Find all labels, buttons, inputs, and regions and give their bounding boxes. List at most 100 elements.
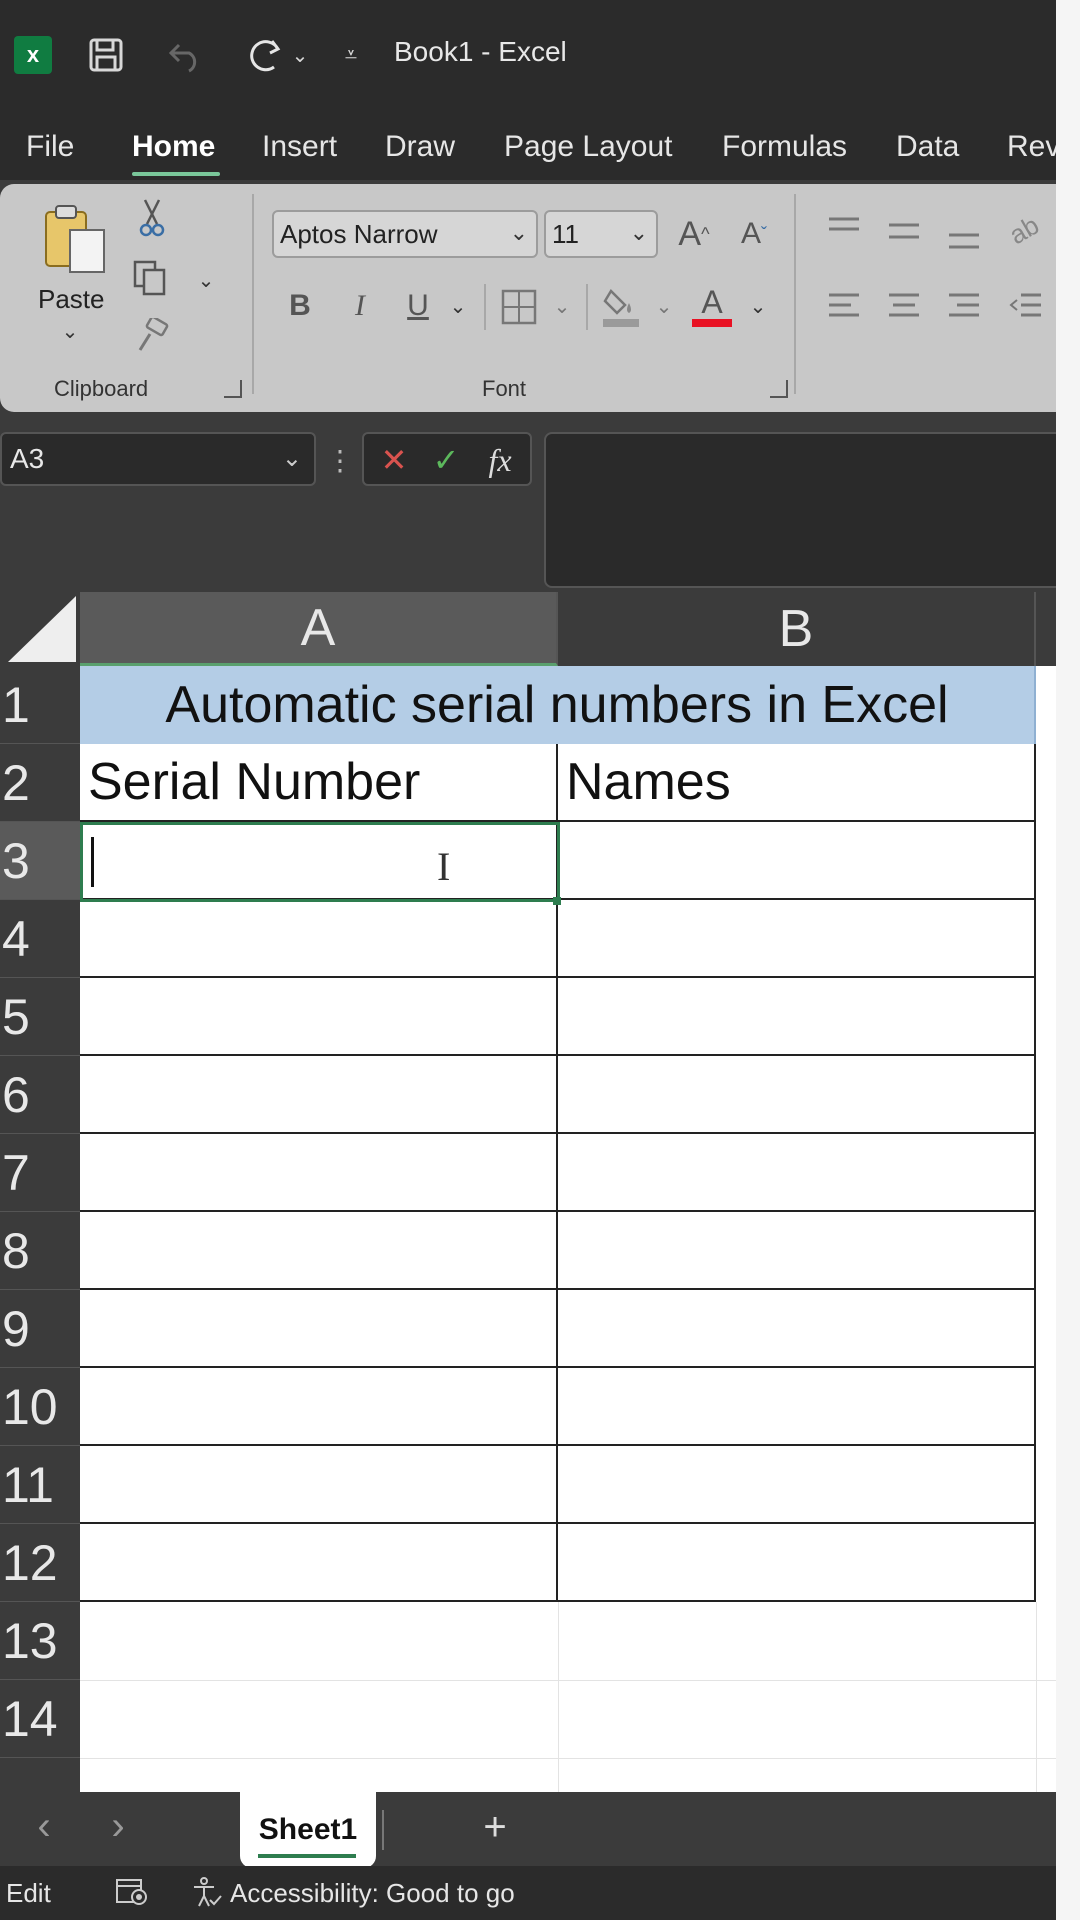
active-cell-selection[interactable]: I [80, 822, 560, 902]
cancel-icon[interactable]: ✕ [372, 438, 416, 482]
accessibility-status[interactable]: Accessibility: Good to go [230, 1878, 515, 1909]
formula-input[interactable] [544, 432, 1056, 588]
column-header-a[interactable]: A [80, 592, 558, 666]
name-box[interactable]: A3 ⌄ [0, 432, 316, 486]
shrink-font-button[interactable]: Aˇ [730, 210, 778, 258]
row-header-7[interactable]: 7 [0, 1134, 80, 1212]
orientation-icon[interactable]: ab [997, 203, 1052, 258]
font-size-box[interactable]: 11 ⌄ [544, 210, 658, 258]
tab-file[interactable]: File [26, 130, 74, 164]
row-header-13[interactable]: 13 [0, 1602, 80, 1680]
align-left-icon[interactable] [826, 288, 862, 324]
cell-a5[interactable] [80, 978, 558, 1056]
row-header-15[interactable] [0, 1758, 80, 1792]
row-header-6[interactable]: 6 [0, 1056, 80, 1134]
cell-b6[interactable] [558, 1056, 1036, 1134]
undo-icon[interactable] [150, 30, 220, 80]
row-header-5[interactable]: 5 [0, 978, 80, 1056]
cell-b2[interactable]: Names [558, 744, 1036, 822]
align-top-icon[interactable] [826, 212, 862, 248]
cell-b4[interactable] [558, 900, 1036, 978]
cell-a9[interactable] [80, 1290, 558, 1368]
tab-home[interactable]: Home [132, 130, 215, 164]
clipboard-launcher-icon[interactable] [224, 380, 242, 398]
enter-icon[interactable]: ✓ [424, 438, 468, 482]
grow-font-button[interactable]: A ^ [670, 210, 718, 258]
save-icon[interactable] [84, 30, 128, 80]
font-color-button[interactable]: A [690, 280, 734, 332]
cell-b8[interactable] [558, 1212, 1036, 1290]
worksheet-grid[interactable]: A B 1 2 3 4 5 6 7 8 9 10 11 12 13 14 Aut… [0, 592, 1056, 1792]
customize-toolbar-icon[interactable]: ⩡ [336, 30, 366, 80]
underline-dropdown-icon[interactable]: ⌄ [446, 294, 470, 318]
cell-b11[interactable] [558, 1446, 1036, 1524]
decrease-indent-icon[interactable] [1008, 288, 1044, 324]
align-center-icon[interactable] [886, 288, 922, 324]
cut-icon[interactable] [132, 198, 172, 238]
select-all-button[interactable] [0, 592, 80, 666]
align-bottom-icon[interactable] [946, 218, 982, 254]
cell-a10[interactable] [80, 1368, 558, 1446]
tab-insert[interactable]: Insert [262, 130, 337, 164]
cell-b3[interactable] [558, 822, 1036, 900]
cell-a8[interactable] [80, 1212, 558, 1290]
bold-button[interactable]: B [280, 284, 320, 328]
tab-review[interactable]: Rev [1007, 130, 1056, 164]
cell-a12[interactable] [80, 1524, 558, 1602]
tab-draw[interactable]: Draw [385, 130, 455, 164]
row-header-14[interactable]: 14 [0, 1680, 80, 1758]
italic-button[interactable]: I [340, 284, 380, 328]
cell-a1-merged[interactable]: Automatic serial numbers in Excel [80, 666, 1036, 744]
accessibility-icon[interactable] [188, 1874, 224, 1910]
tab-data[interactable]: Data [896, 130, 959, 164]
column-header-c[interactable] [1036, 592, 1056, 666]
copy-icon[interactable] [130, 258, 170, 298]
borders-dropdown-icon[interactable]: ⌄ [550, 294, 574, 318]
macro-recording-icon[interactable] [114, 1874, 150, 1910]
copy-dropdown-icon[interactable]: ⌄ [194, 268, 218, 292]
fill-handle[interactable] [553, 897, 561, 905]
cell-b9[interactable] [558, 1290, 1036, 1368]
tab-page-layout[interactable]: Page Layout [504, 130, 672, 164]
align-right-icon[interactable] [946, 288, 982, 324]
format-painter-icon[interactable] [132, 316, 172, 356]
insert-function-icon[interactable]: fx [476, 438, 524, 482]
row-header-11[interactable]: 11 [0, 1446, 80, 1524]
row-header-2[interactable]: 2 [0, 744, 80, 822]
font-color-dropdown-icon[interactable]: ⌄ [746, 294, 770, 318]
row-header-4[interactable]: 4 [0, 900, 80, 978]
row-header-12[interactable]: 12 [0, 1524, 80, 1602]
more-options-icon[interactable]: ⋮ [326, 438, 354, 482]
cell-a7[interactable] [80, 1134, 558, 1212]
cell-b12[interactable] [558, 1524, 1036, 1602]
align-middle-icon[interactable] [886, 214, 922, 250]
tab-formulas[interactable]: Formulas [722, 130, 847, 164]
cell-a4[interactable] [80, 900, 558, 978]
underline-button[interactable]: U [398, 284, 438, 328]
font-launcher-icon[interactable] [770, 380, 788, 398]
add-sheet-button[interactable]: + [470, 1802, 520, 1852]
row-header-10[interactable]: 10 [0, 1368, 80, 1446]
paste-label[interactable]: Paste [38, 284, 105, 315]
next-sheet-icon[interactable]: › [98, 1804, 138, 1848]
fill-color-dropdown-icon[interactable]: ⌄ [652, 294, 676, 318]
column-header-b[interactable]: B [558, 592, 1036, 666]
cell-a11[interactable] [80, 1446, 558, 1524]
cell-a2[interactable]: Serial Number [80, 744, 558, 822]
redo-dropdown-icon[interactable]: ⌄ [288, 30, 312, 80]
previous-sheet-icon[interactable]: ‹ [24, 1804, 64, 1848]
borders-icon[interactable] [496, 284, 542, 330]
row-header-3[interactable]: 3 [0, 822, 80, 900]
row-header-8[interactable]: 8 [0, 1212, 80, 1290]
row-header-1[interactable]: 1 [0, 666, 80, 744]
cell-b7[interactable] [558, 1134, 1036, 1212]
font-name-box[interactable]: Aptos Narrow ⌄ [272, 210, 538, 258]
paste-dropdown-icon[interactable]: ⌄ [58, 320, 82, 343]
paste-icon[interactable] [40, 200, 110, 280]
fill-color-icon[interactable] [598, 282, 644, 332]
cell-b10[interactable] [558, 1368, 1036, 1446]
cell-a6[interactable] [80, 1056, 558, 1134]
cell-b5[interactable] [558, 978, 1036, 1056]
redo-icon[interactable] [240, 30, 288, 80]
row-header-9[interactable]: 9 [0, 1290, 80, 1368]
